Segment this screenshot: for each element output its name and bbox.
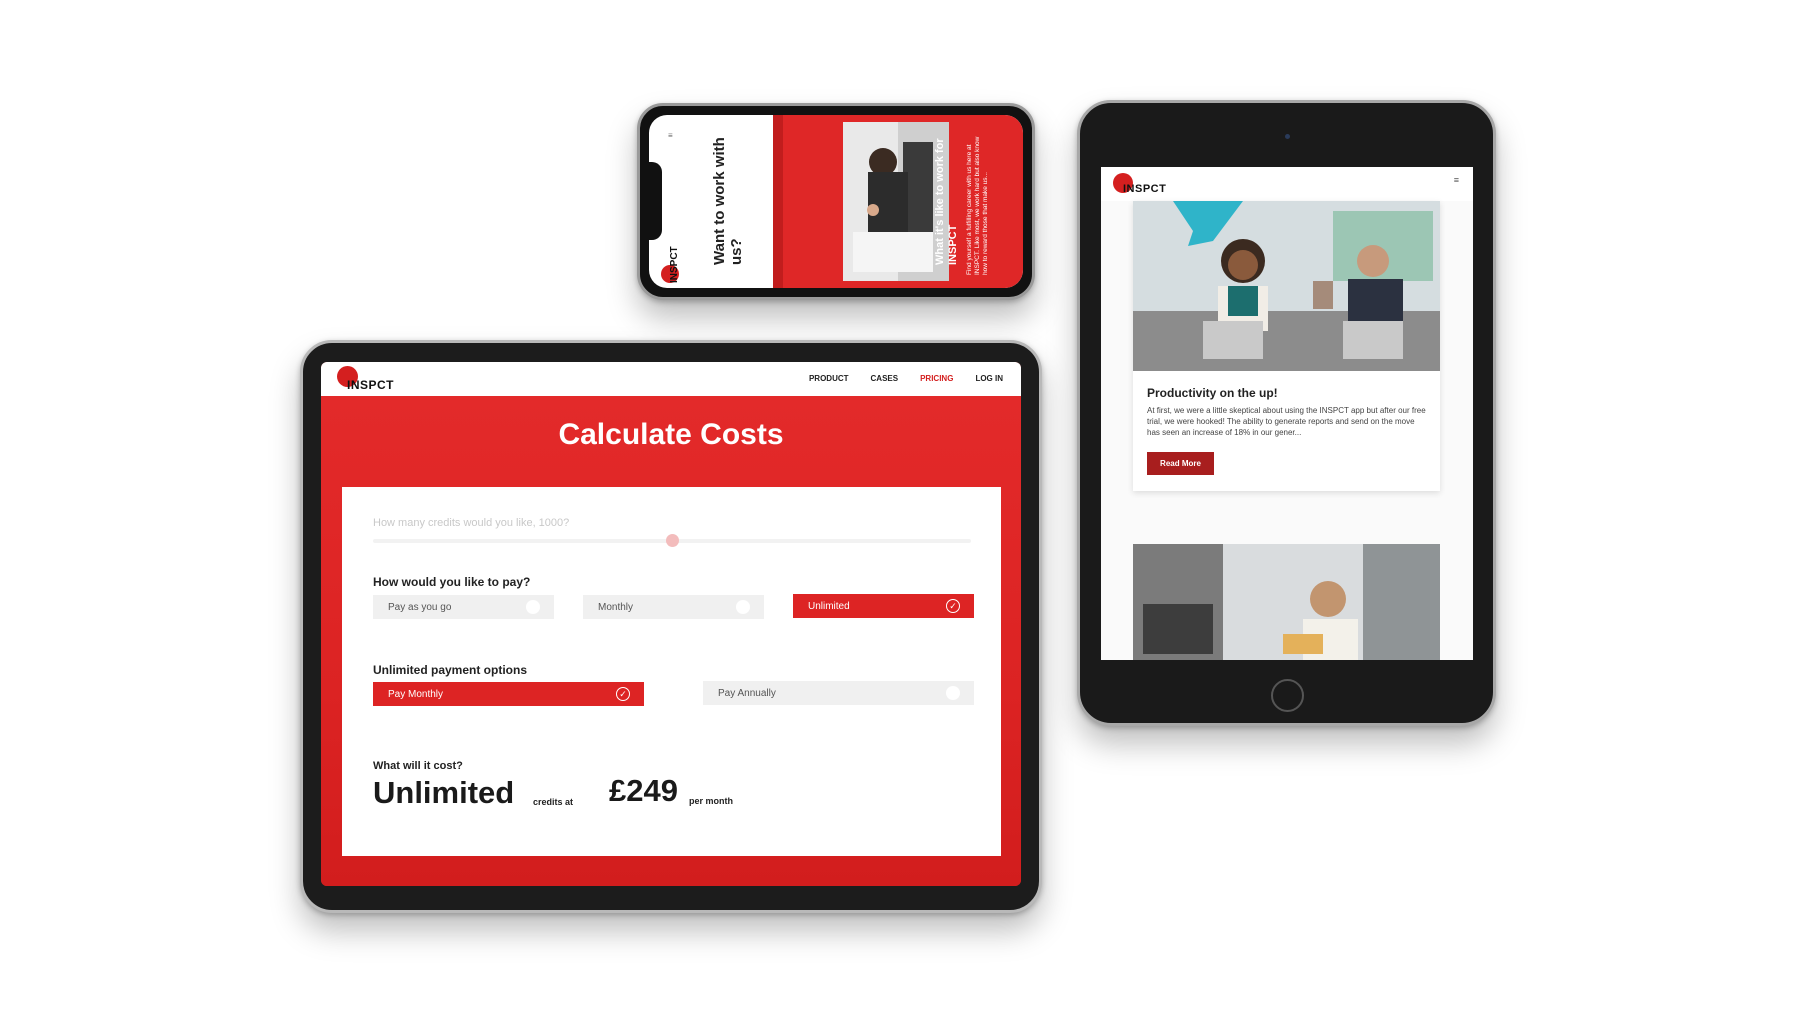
- pay-question: How would you like to pay?: [373, 575, 531, 589]
- nav-cases[interactable]: CASES: [871, 374, 899, 383]
- option-label: Pay Monthly: [388, 688, 444, 700]
- option-pay-as-you-go[interactable]: Pay as you go: [373, 595, 554, 619]
- portrait-tablet-device: INSPCT ≡ Productivity on the up! At firs…: [1077, 100, 1496, 726]
- cost-question: What will it cost?: [373, 760, 463, 772]
- testimonial-card: Productivity on the up! At first, we wer…: [1133, 201, 1440, 491]
- option-label: Unlimited: [808, 600, 850, 612]
- nav-pricing[interactable]: PRICING: [920, 374, 953, 383]
- cost-amount: Unlimited: [373, 775, 515, 810]
- checkmark-icon: ✓: [616, 687, 630, 701]
- unlimited-heading: Unlimited payment options: [373, 663, 528, 677]
- nav-links: PRODUCT CASES PRICING LOG IN: [809, 374, 1003, 383]
- phone-screen: INSPCT ≡ Want to work with us? What it's…: [649, 115, 1023, 288]
- camera-dot: [1285, 134, 1290, 139]
- option-label: Monthly: [598, 601, 634, 613]
- nav-login[interactable]: LOG IN: [975, 374, 1003, 383]
- credits-slider-thumb[interactable]: [665, 534, 679, 547]
- option-label: Pay Annually: [718, 687, 776, 699]
- top-nav: INSPCT PRODUCT CASES PRICING LOG IN: [321, 362, 1021, 396]
- landscape-tablet-screen: INSPCT PRODUCT CASES PRICING LOG IN Calc…: [321, 362, 1021, 886]
- phone-notch: [649, 162, 662, 240]
- logo-suffix: SPCT: [669, 246, 680, 273]
- phone-red-body: Find yourself a fulfilling career with u…: [966, 136, 989, 275]
- landscape-tablet-device: INSPCT PRODUCT CASES PRICING LOG IN Calc…: [300, 340, 1042, 913]
- checkmark-icon: ✓: [946, 599, 960, 613]
- page-title: Calculate Costs: [558, 418, 784, 451]
- cost-credits-at: credits at: [533, 797, 574, 807]
- read-more-button[interactable]: Read More: [1147, 452, 1214, 475]
- site-logo[interactable]: INSPCT: [337, 366, 407, 392]
- logo-prefix: IN: [347, 378, 360, 392]
- man-reading-illustration: [1133, 544, 1440, 660]
- portrait-tablet-screen: INSPCT ≡ Productivity on the up! At firs…: [1101, 167, 1473, 660]
- phone-device: INSPCT ≡ Want to work with us? What it's…: [637, 103, 1035, 300]
- radio-icon: [736, 600, 750, 614]
- hamburger-icon[interactable]: ≡: [1454, 175, 1459, 185]
- phone-red-heading: What it's like to work for INSPCT: [934, 138, 959, 265]
- pricing-hero: Calculate Costs How many credits would y…: [321, 396, 1021, 886]
- cost-price: £249: [609, 773, 678, 808]
- hamburger-icon[interactable]: ≡: [668, 131, 674, 140]
- card-title: Productivity on the up!: [1147, 386, 1278, 400]
- portrait-logo[interactable]: INSPCT: [1113, 173, 1183, 197]
- option-monthly[interactable]: Monthly: [583, 595, 764, 619]
- option-label: Pay as you go: [388, 601, 452, 613]
- phone-logo: INSPCT: [661, 245, 687, 285]
- logo-prefix: IN: [669, 273, 680, 283]
- office-team-photo: [1133, 201, 1440, 371]
- logo-suffix: SPCT: [360, 378, 395, 392]
- card-body: At first, we were a little skeptical abo…: [1147, 406, 1426, 437]
- logo-suffix: SPCT: [1135, 183, 1167, 195]
- phone-heading: Want to work with us?: [711, 137, 745, 265]
- cost-period: per month: [689, 796, 733, 806]
- option-pay-monthly[interactable]: Pay Monthly ✓: [373, 682, 644, 706]
- radio-icon: [526, 600, 540, 614]
- portrait-nav: INSPCT ≡: [1101, 167, 1473, 201]
- option-unlimited[interactable]: Unlimited ✓: [793, 594, 974, 618]
- credits-question: How many credits would you like, 1000?: [373, 517, 570, 529]
- radio-icon: [946, 686, 960, 700]
- calculator-card: How many credits would you like, 1000? H…: [342, 487, 1001, 856]
- option-pay-annually[interactable]: Pay Annually: [703, 681, 974, 705]
- home-button[interactable]: [1271, 679, 1304, 712]
- logo-prefix: IN: [1123, 183, 1135, 195]
- nav-product[interactable]: PRODUCT: [809, 374, 849, 383]
- man-reading-photo: [1133, 544, 1440, 660]
- office-team-illustration: [1133, 201, 1440, 371]
